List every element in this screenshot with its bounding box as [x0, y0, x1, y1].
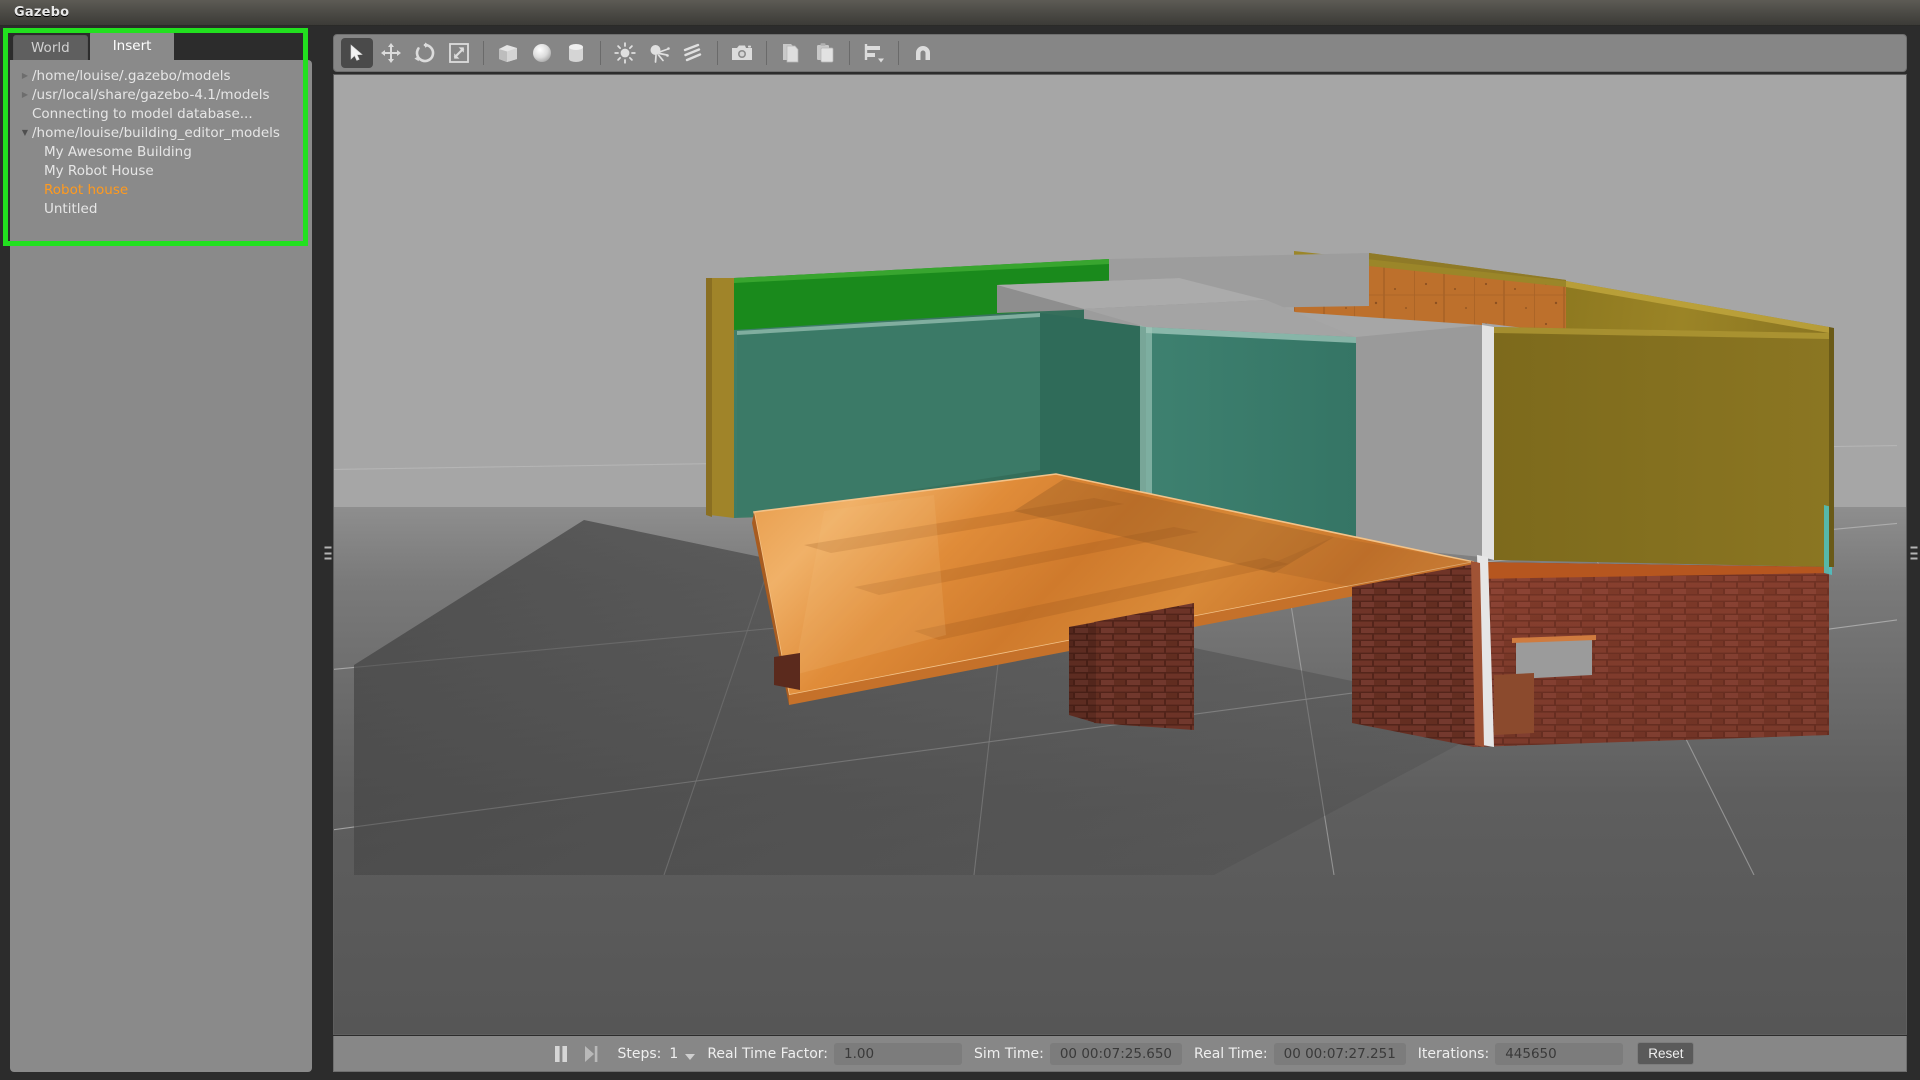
- chevron-down-icon[interactable]: ▼: [18, 128, 32, 137]
- copy-icon[interactable]: [775, 38, 807, 68]
- chevron-right-icon[interactable]: ▶: [18, 71, 32, 80]
- gazebo-window: Gazebo World Insert ▶/home/louise/.gazeb…: [0, 0, 1920, 1080]
- toolbar-separator: [898, 41, 899, 65]
- tree-item-label: /usr/local/share/gazebo-4.1/models: [32, 86, 270, 103]
- pause-icon[interactable]: [546, 1041, 576, 1067]
- tree-item-label: Untitled: [44, 200, 98, 217]
- insert-sphere-icon[interactable]: [526, 38, 558, 68]
- iterations-label: Iterations:: [1417, 1045, 1490, 1062]
- tree-item-label: Connecting to model database...: [32, 105, 253, 122]
- point-light-icon[interactable]: [609, 38, 641, 68]
- main-body: World Insert ▶/home/louise/.gazebo/model…: [0, 26, 1920, 1080]
- tree-item[interactable]: ▶Robot house: [10, 180, 312, 199]
- step-forward-icon[interactable]: [576, 1041, 606, 1067]
- splitter-grip-icon: [1910, 546, 1917, 560]
- right-splitter-handle[interactable]: [1907, 26, 1920, 1080]
- translate-mode-icon[interactable]: [375, 38, 407, 68]
- snap-magnet-icon[interactable]: [907, 38, 939, 68]
- tree-item[interactable]: ▶My Awesome Building: [10, 142, 312, 161]
- center-column: Steps: 1 Real Time Factor: 1.00 Sim Time…: [333, 26, 1907, 1080]
- title-bar: Gazebo: [0, 0, 1920, 26]
- reset-button[interactable]: Reset: [1637, 1042, 1695, 1065]
- tree-item[interactable]: ▶Connecting to model database...: [10, 104, 312, 123]
- select-mode-icon[interactable]: [341, 38, 373, 68]
- tree-item[interactable]: ▼/home/louise/building_editor_models: [10, 123, 312, 142]
- directional-light-icon[interactable]: [677, 38, 709, 68]
- render-toolbar: [333, 34, 1907, 72]
- toolbar-separator: [483, 41, 484, 65]
- align-icon[interactable]: [858, 38, 890, 68]
- tree-item-label: Robot house: [44, 181, 129, 198]
- real-time-factor-value: 1.00: [834, 1042, 962, 1065]
- left-splitter-handle[interactable]: [322, 26, 333, 1080]
- rotate-mode-icon[interactable]: [409, 38, 441, 68]
- render-viewport[interactable]: [333, 74, 1907, 1035]
- toolbar-separator: [766, 41, 767, 65]
- tree-item[interactable]: ▶Untitled: [10, 199, 312, 218]
- screenshot-icon[interactable]: [726, 38, 758, 68]
- paste-icon[interactable]: [809, 38, 841, 68]
- tree-item-label: /home/louise/.gazebo/models: [32, 67, 231, 84]
- scale-mode-icon[interactable]: [443, 38, 475, 68]
- tree-spacer-icon: ▶: [18, 110, 32, 118]
- tree-item[interactable]: ▶/home/louise/.gazebo/models: [10, 66, 312, 85]
- robot-house-model[interactable]: [334, 75, 1906, 1034]
- sim-time-value: 00 00:07:25.650: [1049, 1042, 1183, 1065]
- insert-panel-body: ▶/home/louise/.gazebo/models ▶/usr/local/…: [10, 60, 312, 1072]
- iterations-value: 445650: [1495, 1042, 1624, 1065]
- tree-item[interactable]: ▶My Robot House: [10, 161, 312, 180]
- real-time-label: Real Time:: [1194, 1045, 1268, 1062]
- tree-item-label: /home/louise/building_editor_models: [32, 124, 280, 141]
- tree-item-label: My Awesome Building: [44, 143, 192, 160]
- left-panel: World Insert ▶/home/louise/.gazebo/model…: [0, 26, 322, 1080]
- steps-dropdown-chevron-down-icon[interactable]: [685, 1053, 696, 1060]
- toolbar-separator: [849, 41, 850, 65]
- toolbar-separator: [717, 41, 718, 65]
- insert-cylinder-icon[interactable]: [560, 38, 592, 68]
- tab-world[interactable]: World: [13, 35, 88, 60]
- real-time-value: 00 00:07:27.251: [1273, 1042, 1406, 1065]
- tree-item[interactable]: ▶/usr/local/share/gazebo-4.1/models: [10, 85, 312, 104]
- steps-label: Steps:: [617, 1045, 662, 1062]
- toolbar-separator: [600, 41, 601, 65]
- splitter-grip-icon: [324, 546, 331, 560]
- tree-item-label: My Robot House: [44, 162, 154, 179]
- insert-box-icon[interactable]: [492, 38, 524, 68]
- tab-insert-label: Insert: [112, 38, 152, 54]
- tab-world-label: World: [31, 40, 70, 56]
- tab-insert[interactable]: Insert: [89, 31, 175, 60]
- real-time-factor-label: Real Time Factor:: [707, 1045, 828, 1062]
- steps-value: 1: [669, 1045, 679, 1062]
- simulation-status-bar: Steps: 1 Real Time Factor: 1.00 Sim Time…: [333, 1036, 1907, 1072]
- model-tree: ▶/home/louise/.gazebo/models ▶/usr/local/…: [10, 60, 312, 218]
- chevron-right-icon[interactable]: ▶: [18, 90, 32, 99]
- panel-tab-strip: World Insert: [0, 26, 322, 60]
- sim-time-label: Sim Time:: [974, 1045, 1044, 1062]
- spot-light-icon[interactable]: [643, 38, 675, 68]
- window-title: Gazebo: [14, 5, 70, 20]
